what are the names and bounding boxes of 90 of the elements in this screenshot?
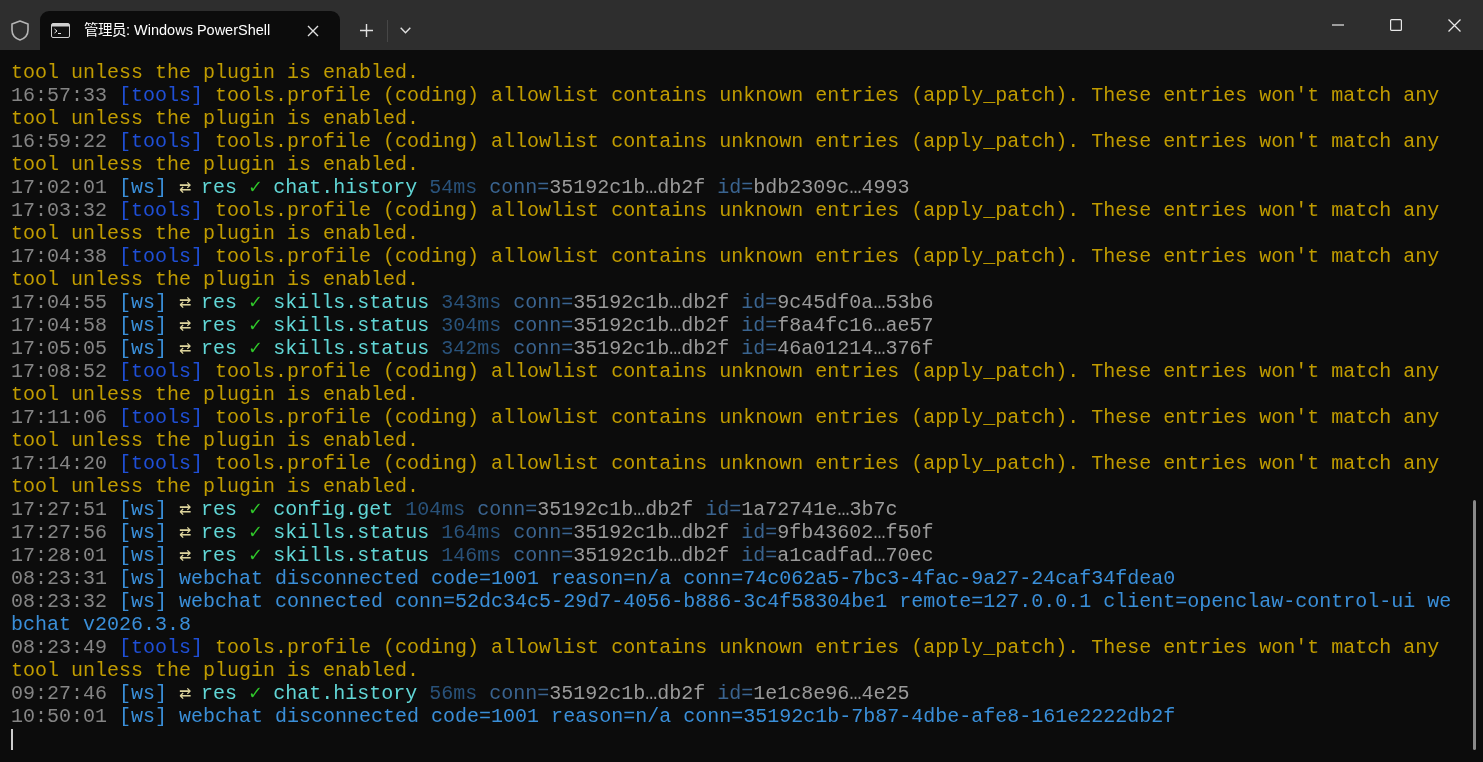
log-duration: 56ms — [429, 682, 478, 705]
shield-icon — [11, 20, 29, 41]
log-warning: tool unless the plugin is enabled. — [11, 61, 420, 84]
log-duration: 104ms — [405, 498, 466, 521]
check-mark: ✓ — [249, 544, 262, 567]
terminal-tab[interactable]: 管理员: Windows PowerShell — [40, 11, 340, 50]
log-field: id=46a01214…376f — [741, 337, 934, 360]
log-line: 17:14:20 [tools] tools.profile (coding) allowlist contains unknown entries (apply_patch). These entries won't match any tool unless the plugin is enabled. — [11, 452, 1441, 498]
log-direction: ⇄res — [179, 544, 238, 567]
log-duration: 342ms — [441, 337, 502, 360]
check-mark: ✓ — [249, 291, 262, 314]
log-line: 17:04:38 [tools] tools.profile (coding) allowlist contains unknown entries (apply_patch). These entries won't match any tool unless the plugin is enabled. — [11, 245, 1441, 291]
log-source-tag: [ws] — [119, 567, 168, 590]
log-method: config.get — [273, 498, 394, 521]
log-timestamp: 17:27:56 — [11, 521, 107, 544]
log-method: skills.status — [273, 291, 430, 314]
log-event: webchat disconnected code=1001 reason=n/a conn=74c062a5-7bc3-4fac-9a27-24caf34fdea0 — [179, 567, 1176, 590]
log-direction: ⇄res — [179, 314, 238, 337]
log-source-tag: [ws] — [119, 705, 168, 728]
log-source-tag: [ws] — [119, 291, 168, 314]
check-mark: ✓ — [249, 314, 262, 337]
log-direction: ⇄res — [179, 521, 238, 544]
log-duration: 343ms — [441, 291, 502, 314]
log-field: id=1e1c8e96…4e25 — [717, 682, 910, 705]
log-method: skills.status — [273, 544, 430, 567]
log-line: 08:23:32 [ws] webchat connected conn=52dc34c5-29d7-4056-b886-3c4f58304be1 remote=127.0.0.1 client=openclaw-control-ui webchat v2026.3.8 — [11, 590, 1453, 636]
check-mark: ✓ — [249, 521, 262, 544]
log-timestamp: 17:02:01 — [11, 176, 107, 199]
log-field: conn=35192c1b…db2f — [513, 521, 730, 544]
scrollbar-thumb[interactable] — [1472, 500, 1476, 750]
log-field: conn=35192c1b…db2f — [513, 314, 730, 337]
log-timestamp: 17:04:58 — [11, 314, 107, 337]
log-line: 16:57:33 [tools] tools.profile (coding) allowlist contains unknown entries (apply_patch). These entries won't match any tool unless the plugin is enabled. — [11, 84, 1441, 130]
log-duration: 164ms — [441, 521, 502, 544]
chevron-down-icon[interactable] — [400, 27, 411, 34]
log-line: 17:03:32 [tools] tools.profile (coding) allowlist contains unknown entries (apply_patch). These entries won't match any tool unless the plugin is enabled. — [11, 199, 1441, 245]
log-timestamp: 08:23:31 — [11, 567, 107, 590]
log-source-tag: [ws] — [119, 337, 168, 360]
log-source-tag: [ws] — [119, 176, 168, 199]
log-line: 17:11:06 [tools] tools.profile (coding) allowlist contains unknown entries (apply_patch). These entries won't match any tool unless the plugin is enabled. — [11, 406, 1441, 452]
check-mark: ✓ — [249, 176, 262, 199]
log-timestamp: 09:27:46 — [11, 682, 107, 705]
log-source-tag: [ws] — [119, 314, 168, 337]
log-line: 17:08:52 [tools] tools.profile (coding) allowlist contains unknown entries (apply_patch). These entries won't match any tool unless the plugin is enabled. — [11, 360, 1441, 406]
log-direction: ⇄res — [179, 337, 238, 360]
log-method: chat.history — [273, 682, 418, 705]
log-method: skills.status — [273, 521, 430, 544]
log-field: id=a1cadfad…70ec — [741, 544, 934, 567]
log-field: id=bdb2309c…4993 — [717, 176, 910, 199]
log-method: skills.status — [273, 337, 430, 360]
log-direction: ⇄res — [179, 176, 238, 199]
log-method: chat.history — [273, 176, 418, 199]
log-field: conn=35192c1b…db2f — [513, 544, 730, 567]
log-field: id=1a72741e…3b7c — [705, 498, 898, 521]
log-duration: 54ms — [429, 176, 478, 199]
log-timestamp: 17:04:55 — [11, 291, 107, 314]
log-field: conn=35192c1b…db2f — [489, 682, 706, 705]
log-duration: 304ms — [441, 314, 502, 337]
log-line: 08:23:49 [tools] tools.profile (coding) allowlist contains unknown entries (apply_patch). These entries won't match any tool unless the plugin is enabled. — [11, 636, 1441, 682]
close-icon[interactable] — [307, 24, 319, 37]
log-direction: ⇄res — [179, 498, 238, 521]
log-timestamp: 10:50:01 — [11, 705, 107, 728]
log-source-tag: [ws] — [119, 544, 168, 567]
log-duration: 146ms — [441, 544, 502, 567]
log-source-tag: [ws] — [119, 682, 168, 705]
check-mark: ✓ — [249, 498, 262, 521]
log-line: 16:59:22 [tools] tools.profile (coding) allowlist contains unknown entries (apply_patch). These entries won't match any tool unless the plugin is enabled. — [11, 130, 1441, 176]
text-cursor — [11, 729, 13, 750]
terminal-icon — [51, 23, 70, 38]
log-direction: ⇄res — [179, 682, 238, 705]
log-field: conn=35192c1b…db2f — [489, 176, 706, 199]
close-icon[interactable] — [1447, 18, 1461, 32]
log-event: webchat disconnected code=1001 reason=n/a conn=35192c1b-7b87-4dbe-afe8-161e2222db2f — [179, 705, 1176, 728]
log-timestamp: 17:05:05 — [11, 337, 107, 360]
log-timestamp: 17:27:51 — [11, 498, 107, 521]
log-direction: ⇄res — [179, 291, 238, 314]
log-field: conn=35192c1b…db2f — [513, 337, 730, 360]
log-field: id=f8a4fc16…ae57 — [741, 314, 934, 337]
maximize-icon[interactable] — [1390, 19, 1402, 31]
log-source-tag: [ws] — [119, 498, 168, 521]
plus-icon[interactable] — [360, 24, 373, 37]
log-timestamp: 17:28:01 — [11, 544, 107, 567]
log-field: id=9fb43602…f50f — [741, 521, 934, 544]
log-method: skills.status — [273, 314, 430, 337]
check-mark: ✓ — [249, 337, 262, 360]
log-field: conn=35192c1b…db2f — [477, 498, 694, 521]
log-source-tag: [ws] — [119, 521, 168, 544]
log-field: id=9c45df0a…53b6 — [741, 291, 934, 314]
check-mark: ✓ — [249, 682, 262, 705]
log-field: conn=35192c1b…db2f — [513, 291, 730, 314]
